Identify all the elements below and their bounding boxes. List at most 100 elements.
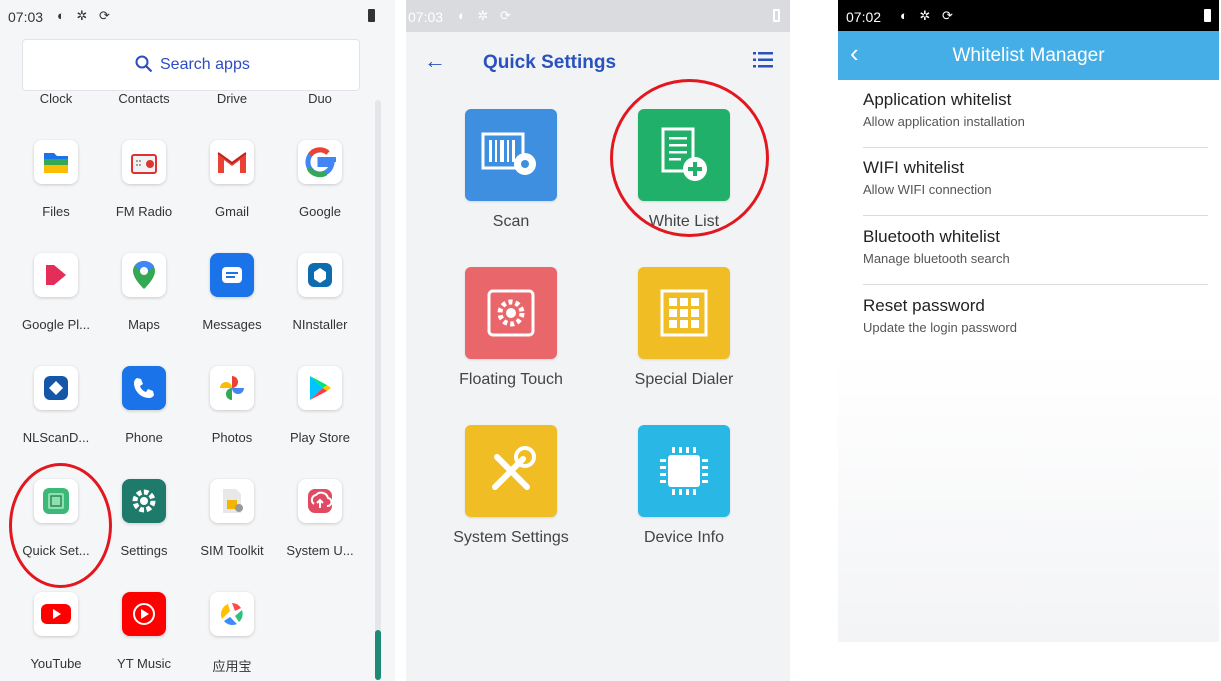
app-drawer-screen: 07:03 ◐ ✲ ⟳ Search apps Clock Contacts D… <box>0 0 395 681</box>
tile-system-settings[interactable]: System Settings <box>431 425 591 575</box>
list-item-reset-password[interactable]: Reset password Update the login password <box>838 286 1208 354</box>
phone-icon <box>122 366 166 410</box>
app-play-store[interactable]: Play Store <box>276 366 364 476</box>
list-item-bluetooth-whitelist[interactable]: Bluetooth whitelist Manage bluetooth sea… <box>838 217 1208 285</box>
app-label-drive[interactable]: Drive <box>188 91 276 106</box>
search-apps-label: Search apps <box>160 56 250 73</box>
tile-device-info[interactable]: Device Info <box>604 425 764 575</box>
page-title: Whitelist Manager <box>952 45 1105 66</box>
gmail-icon <box>210 140 254 184</box>
app-label-contacts[interactable]: Contacts <box>100 91 188 106</box>
status-bar: 07:03 ◐ ✲ ⟳ <box>0 0 395 32</box>
app-label: NLScanD... <box>22 430 90 445</box>
item-subtitle: Allow application installation <box>863 114 1025 129</box>
status-time: 07:03 <box>408 9 444 25</box>
nlscan-icon <box>34 366 78 410</box>
app-yt-music[interactable]: YT Music <box>100 592 188 681</box>
app-label: YT Music <box>117 656 171 671</box>
app-label: Phone <box>125 430 163 445</box>
app-label: Settings <box>120 543 168 558</box>
white-list-icon <box>638 109 730 201</box>
back-arrow-icon[interactable]: ← <box>424 48 446 74</box>
app-label: Google <box>299 204 341 219</box>
app-label: Quick Set... <box>22 543 90 558</box>
quick-settings-icon <box>34 479 78 523</box>
app-nlscan[interactable]: NLScanD... <box>12 366 100 476</box>
device-info-icon <box>638 425 730 517</box>
status-icons: ◐ ✲ ⟳ <box>900 8 957 23</box>
app-photos[interactable]: Photos <box>188 366 276 476</box>
list-menu-icon[interactable] <box>753 51 773 69</box>
app-maps[interactable]: Maps <box>100 253 188 363</box>
system-update-icon <box>298 479 342 523</box>
app-label: Messages <box>202 317 262 332</box>
whitelist-manager-screen: 07:02 ◐ ✲ ⟳ ‹ Whitelist Manager Applicat… <box>838 0 1219 642</box>
app-radio[interactable]: FM Radio <box>100 140 188 250</box>
app-label: NInstaller <box>292 317 348 332</box>
app-label: Google Pl... <box>22 317 90 332</box>
app-sim-toolkit[interactable]: SIM Toolkit <box>188 479 276 589</box>
app-label: Photos <box>211 430 253 445</box>
item-subtitle: Allow WIFI connection <box>863 182 992 197</box>
app-google[interactable]: Google <box>276 140 364 250</box>
app-messages[interactable]: Messages <box>188 253 276 363</box>
list-item-application-whitelist[interactable]: Application whitelist Allow application … <box>838 80 1208 148</box>
app-label: Files <box>42 204 70 219</box>
tile-white-list[interactable]: White List <box>604 109 764 259</box>
tile-special-dialer-label: Special Dialer <box>634 371 734 388</box>
status-icons: ◐ ✲ ⟳ <box>458 8 515 23</box>
item-subtitle: Update the login password <box>863 320 1017 335</box>
app-ninstaller[interactable]: NInstaller <box>276 253 364 363</box>
app-store-icon <box>210 592 254 636</box>
app-phone[interactable]: Phone <box>100 366 188 476</box>
item-title: Reset password <box>863 296 985 315</box>
play-store-icon <box>298 366 342 410</box>
tile-special-dialer[interactable]: Special Dialer <box>604 267 764 417</box>
scrollbar-thumb[interactable] <box>375 630 381 680</box>
system-settings-icon <box>465 425 557 517</box>
app-label: FM Radio <box>115 204 173 219</box>
app-label: YouTube <box>30 656 82 671</box>
sim-toolkit-icon <box>210 479 254 523</box>
partial-app-row: Clock Contacts Drive Duo <box>12 90 364 110</box>
app-app-store[interactable]: 应用宝 <box>188 592 276 681</box>
status-bar: 07:02 ◐ ✲ ⟳ <box>838 0 1219 31</box>
app-youtube[interactable]: YouTube <box>12 592 100 681</box>
app-system-update[interactable]: System U... <box>276 479 364 589</box>
app-label-duo[interactable]: Duo <box>276 91 364 106</box>
scrollbar-track[interactable] <box>375 100 381 680</box>
list-item-wifi-whitelist[interactable]: WIFI whitelist Allow WIFI connection <box>838 148 1208 216</box>
status-time: 07:02 <box>846 9 882 25</box>
play-movies-icon <box>34 253 78 297</box>
tile-scan[interactable]: Scan <box>431 109 591 259</box>
files-icon <box>34 140 78 184</box>
item-title: Bluetooth whitelist <box>863 227 1001 246</box>
status-icons: ◐ ✲ ⟳ <box>57 8 114 23</box>
ninstaller-icon <box>298 253 342 297</box>
app-label: SIM Toolkit <box>200 543 264 558</box>
app-settings[interactable]: Settings <box>100 479 188 589</box>
app-play-movies[interactable]: Google Pl... <box>12 253 100 363</box>
google-icon <box>298 140 342 184</box>
item-title: WIFI whitelist <box>863 158 965 177</box>
app-files[interactable]: Files <box>12 140 100 250</box>
tile-device-info-label: Device Info <box>643 529 725 546</box>
app-quick-settings[interactable]: Quick Set... <box>12 479 100 589</box>
search-icon <box>135 55 153 73</box>
app-bar: ‹ Whitelist Manager <box>838 31 1219 80</box>
status-time: 07:03 <box>8 9 44 25</box>
maps-icon <box>122 253 166 297</box>
app-label: System U... <box>286 543 354 558</box>
radio-icon <box>122 140 166 184</box>
search-apps-bar[interactable]: Search apps <box>22 39 360 91</box>
tile-floating-touch-label: Floating Touch <box>459 371 563 388</box>
tile-floating-touch[interactable]: Floating Touch <box>431 267 591 417</box>
app-bar: ← Quick Settings <box>406 32 790 90</box>
special-dialer-icon <box>638 267 730 359</box>
tile-system-settings-label: System Settings <box>453 529 569 546</box>
app-label-clock[interactable]: Clock <box>12 91 100 106</box>
quick-settings-screen: 07:03 ◐ ✲ ⟳ ← Quick Settings Scan White … <box>406 0 790 681</box>
app-gmail[interactable]: Gmail <box>188 140 276 250</box>
divider <box>863 284 1208 285</box>
tile-white-list-label: White List <box>648 213 720 230</box>
